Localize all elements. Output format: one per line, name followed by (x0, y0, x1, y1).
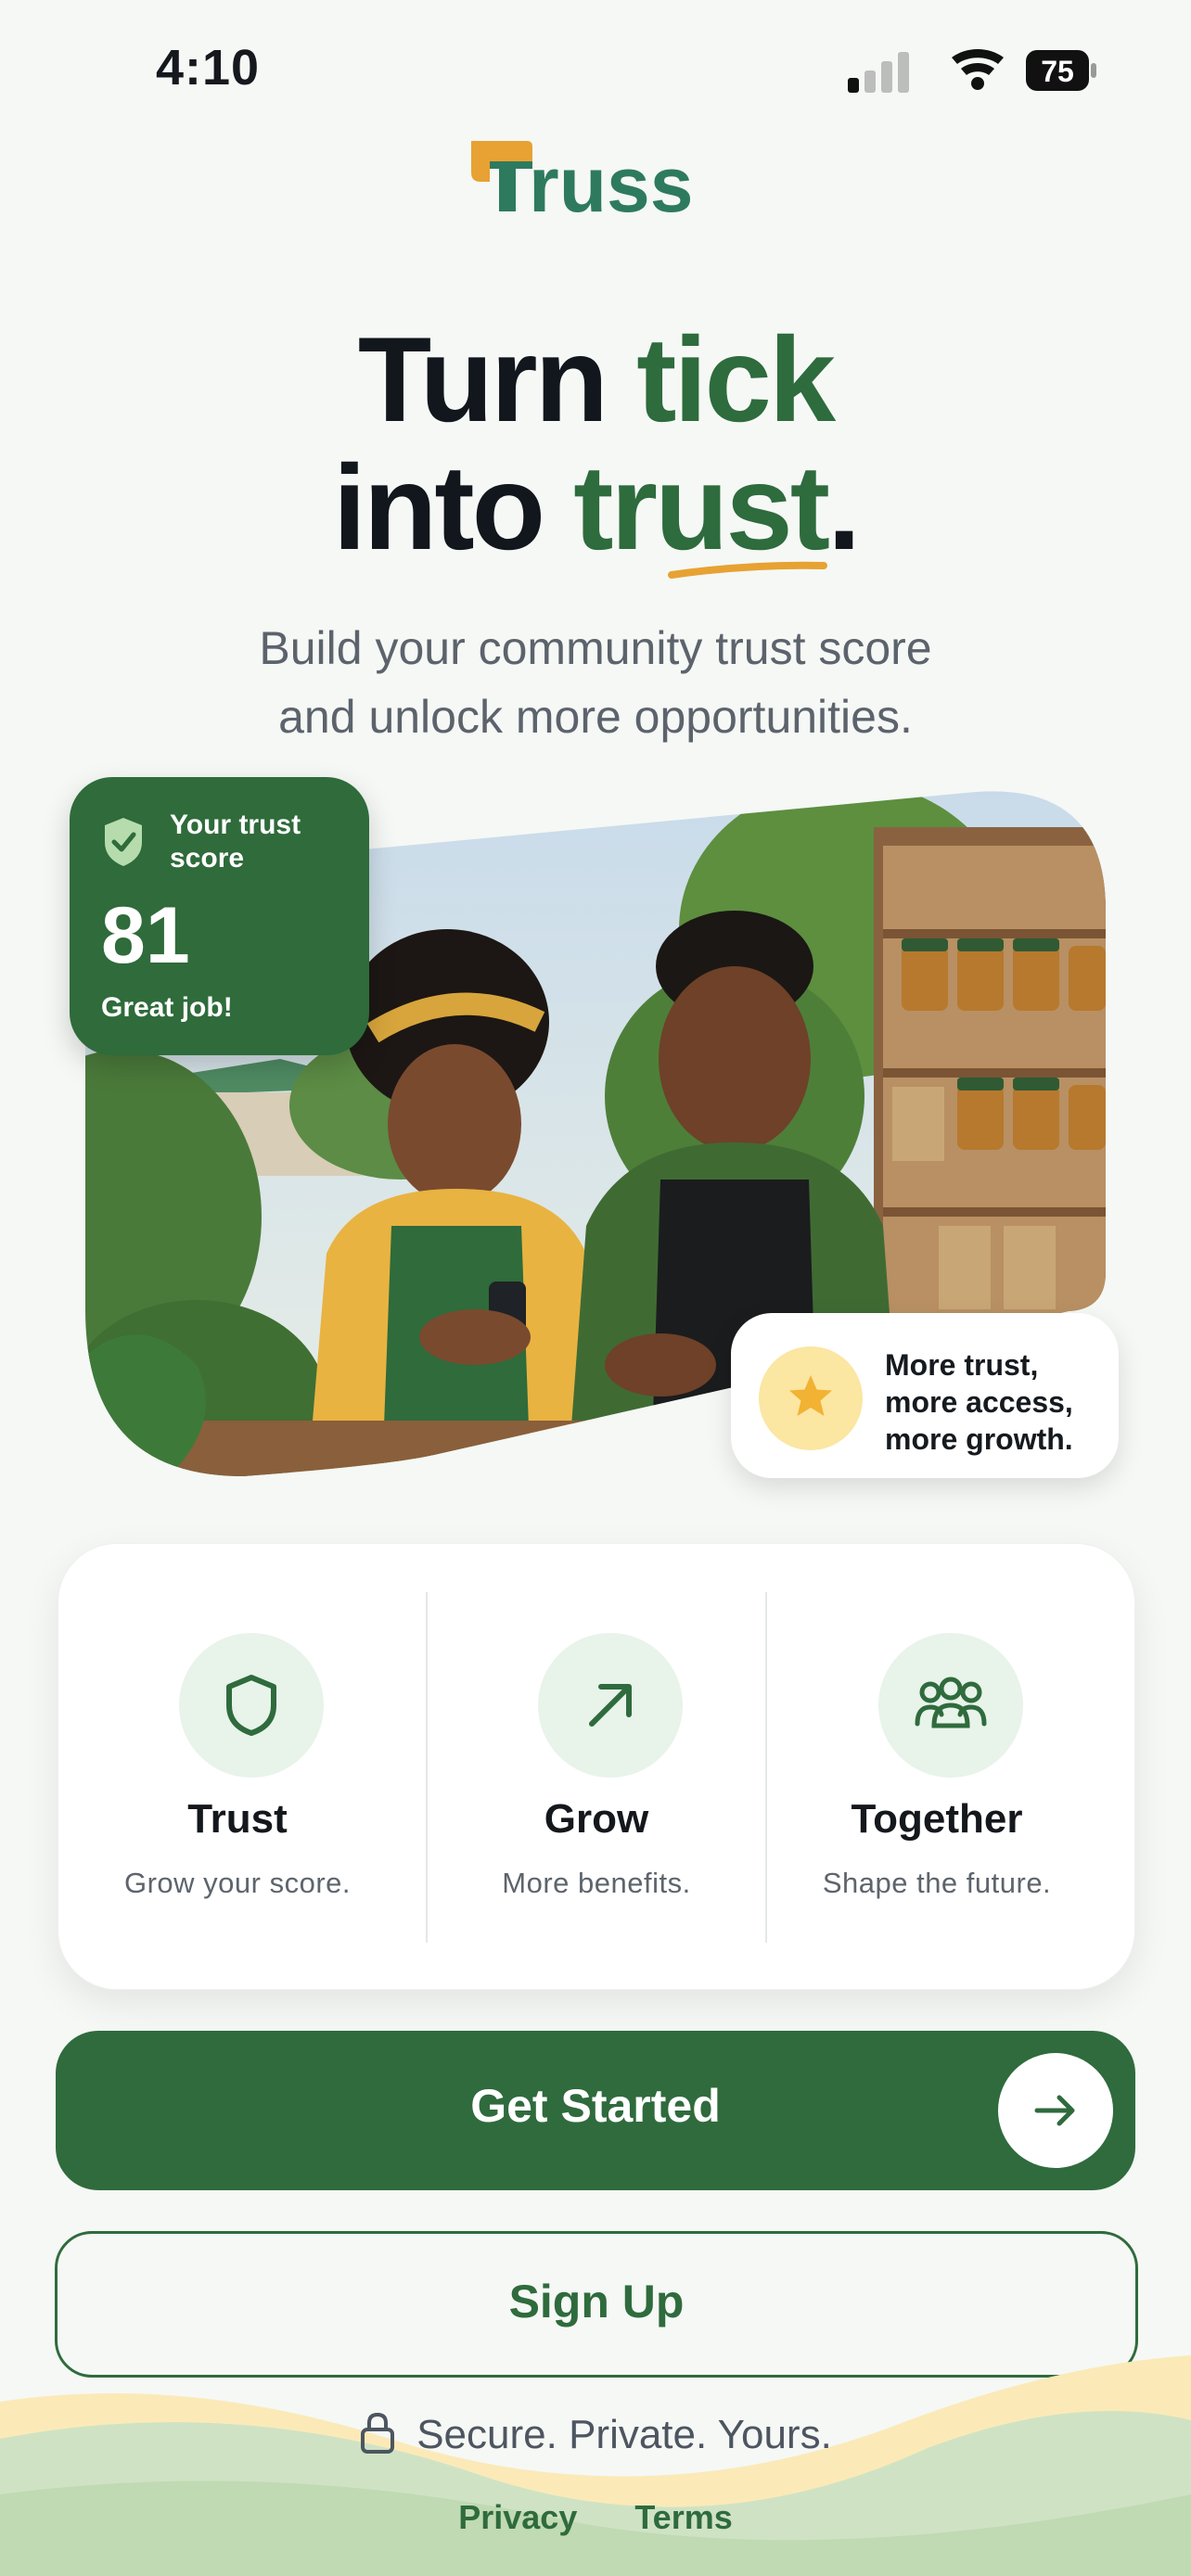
feature-description: Grow your score. (123, 1867, 351, 1899)
headline-word-trust: trust (573, 440, 830, 575)
status-time: 4:10 (156, 40, 261, 96)
footer-links: Privacy Terms (0, 2498, 1191, 2537)
battery-icon: 75 (1026, 50, 1096, 91)
headline-word-into: into (332, 440, 545, 575)
benefit-line-3: more growth. (885, 1422, 1073, 1456)
headline-word-tick: tick (636, 312, 836, 447)
shield-icon (226, 1675, 276, 1736)
feature-title: Together (851, 1796, 1023, 1842)
headline-word-turn: Turn (357, 312, 608, 447)
features-card: Trust Grow your score. Grow More benefit… (58, 1543, 1135, 1990)
sign-up-label: Sign Up (508, 2276, 685, 2327)
feature-description: Shape the future. (822, 1867, 1052, 1899)
arrow-button[interactable] (998, 2053, 1113, 2168)
feature-title: Trust (187, 1796, 288, 1842)
battery-level: 75 (1041, 55, 1074, 88)
arrow-right-icon (1034, 2095, 1075, 2126)
headline-period: . (827, 440, 861, 575)
logo-text: russ (529, 141, 693, 221)
star-icon (789, 1375, 832, 1416)
secure-text: Secure. Private. Yours. (416, 2412, 832, 2457)
trust-score-caption: Great job! (101, 992, 233, 1023)
feature-grow: Grow More benefits. (417, 1544, 775, 1989)
people-group-icon (915, 1677, 987, 1728)
terms-link[interactable]: Terms (634, 2498, 732, 2536)
benefit-line-2: more access, (885, 1385, 1073, 1419)
status-icons: 75 (848, 49, 1096, 93)
trust-score-value: 81 (101, 891, 190, 980)
underline-swoosh (668, 561, 827, 579)
get-started-label: Get Started (470, 2080, 721, 2132)
benefit-line-1: More trust, (885, 1348, 1039, 1382)
arrow-up-right-icon (589, 1684, 632, 1727)
cellular-signal-icon (848, 52, 909, 93)
secure-note: Secure. Private. Yours. (0, 2411, 1191, 2458)
star-badge (759, 1346, 863, 1450)
trust-score-label: Your trust score (170, 810, 301, 874)
trust-score-card: Your trust score 81 Great job! (70, 777, 369, 1055)
get-started-button[interactable]: Get Started (56, 2031, 1135, 2190)
hero-headline: Turn tick into trust. (0, 315, 1191, 571)
feature-description: More benefits. (502, 1867, 691, 1899)
wifi-icon (952, 49, 1004, 90)
hero-subtitle: Build your community trust score and unl… (259, 622, 932, 743)
benefit-bubble: More trust, more access, more growth. (731, 1313, 1119, 1478)
feature-trust: Trust Grow your score. (58, 1544, 416, 1989)
lock-icon (361, 2412, 395, 2454)
privacy-link[interactable]: Privacy (458, 2498, 577, 2536)
shield-check-icon (105, 818, 142, 866)
truss-logo: russ (467, 137, 725, 228)
feature-title: Grow (544, 1796, 649, 1842)
feature-together: Together Shape the future. (758, 1544, 1116, 1989)
